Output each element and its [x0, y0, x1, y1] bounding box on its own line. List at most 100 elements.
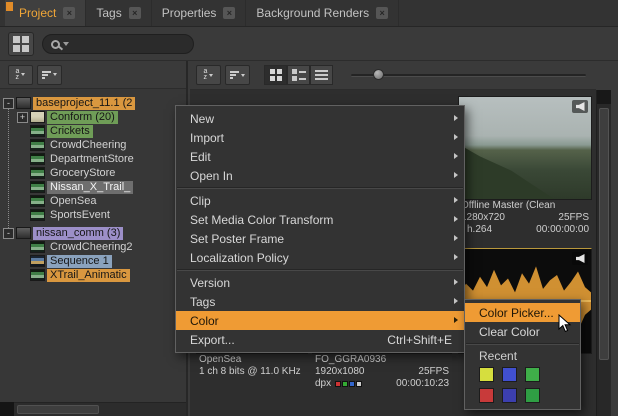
bin-view-toggle-button[interactable] [8, 32, 34, 56]
menu-item-set-poster-frame[interactable]: Set Poster Frame [176, 229, 464, 248]
sort-bars-icon [230, 71, 239, 79]
color-swatch[interactable] [479, 388, 494, 403]
tree-item-label: CrowdCheering [47, 139, 129, 152]
collapse-icon[interactable]: - [3, 228, 14, 239]
top-toolbar [0, 28, 618, 61]
clip-cell-offline-master[interactable]: Offline Master (Clean 1280x720 25FPS h.2… [458, 96, 592, 236]
color-swatch[interactable] [502, 367, 517, 382]
tree-item[interactable]: OpenSea [0, 194, 186, 208]
color-swatch[interactable] [525, 367, 540, 382]
mouse-cursor [558, 314, 572, 334]
tree-item[interactable]: XTrail_Animatic [0, 268, 186, 282]
tree-item[interactable]: + Conform (20) [0, 110, 186, 124]
tree-item[interactable]: - nissan_comm (3) [0, 226, 186, 240]
arrow-down-icon [53, 73, 57, 76]
channel-green-icon [342, 381, 348, 387]
tab-project[interactable]: Project × [5, 0, 86, 26]
tab-properties[interactable]: Properties × [152, 0, 247, 26]
browser-toolbar [190, 61, 596, 90]
search-input[interactable] [72, 38, 185, 50]
thumbnail-zoom-slider[interactable] [351, 65, 586, 85]
color-swatch[interactable] [479, 367, 494, 382]
menu-item-set-media-color-transform[interactable]: Set Media Color Transform [176, 210, 464, 229]
clip-codec-row: h.264 00:00:00:00 [458, 224, 592, 236]
tree-item[interactable]: SportsEvent [0, 208, 186, 222]
sequence-icon [30, 255, 45, 267]
menu-item-edit[interactable]: Edit [176, 147, 464, 166]
close-icon[interactable]: × [129, 7, 141, 19]
tree-item[interactable]: - baseproject_11.1 (2 [0, 96, 186, 110]
grid-view-button[interactable] [264, 65, 287, 85]
menu-item-tags[interactable]: Tags [176, 292, 464, 311]
sort-alphabetical-button[interactable] [8, 65, 33, 85]
clip-format-row: 1280x720 25FPS [458, 212, 592, 224]
list-view-button[interactable] [310, 65, 333, 85]
slider-handle[interactable] [373, 69, 384, 80]
collapse-icon[interactable]: - [3, 98, 14, 109]
color-swatch[interactable] [502, 388, 517, 403]
scrollbar-thumb[interactable] [599, 108, 609, 360]
menu-item-new[interactable]: New [176, 109, 464, 128]
tree-item[interactable]: CrowdCheering [0, 138, 186, 152]
channel-indicators [335, 381, 363, 387]
vertical-scrollbar[interactable] [596, 90, 611, 416]
tab-tags[interactable]: Tags × [86, 0, 151, 26]
recent-colors-label: Recent [465, 347, 580, 364]
menu-item-version[interactable]: Version [176, 273, 464, 292]
clip-icon [30, 167, 45, 179]
tree-item[interactable]: DepartmentStore [0, 152, 186, 166]
clip-icon [30, 241, 45, 253]
clip-resolution: 1920x1080 [315, 366, 365, 378]
scrollbar-thumb[interactable] [17, 405, 99, 414]
clip-icon [30, 269, 45, 281]
grid-icon [22, 45, 29, 52]
sort-alphabetical-button[interactable] [196, 65, 221, 85]
menu-separator [466, 343, 579, 345]
tree-item-label: SportsEvent [47, 209, 113, 222]
expand-icon[interactable]: + [17, 112, 28, 123]
color-swatch[interactable] [525, 388, 540, 403]
submenu-arrow-icon [454, 235, 458, 241]
submenu-arrow-icon [454, 172, 458, 178]
menu-item-open-in[interactable]: Open In [176, 166, 464, 185]
channel-alpha-icon [356, 381, 362, 387]
menu-item-clip[interactable]: Clip [176, 191, 464, 210]
tab-background-renders[interactable]: Background Renders × [246, 0, 399, 26]
tree-item[interactable]: CrowdCheering2 [0, 240, 186, 254]
menu-item-import[interactable]: Import [176, 128, 464, 147]
submenu-arrow-icon [454, 279, 458, 285]
tab-bar: Project × Tags × Properties × Background… [0, 0, 618, 27]
tree-item[interactable]: Crickets [0, 124, 186, 138]
menu-separator [177, 269, 463, 271]
tree-item-label: Conform (20) [47, 111, 118, 124]
sort-order-button[interactable] [225, 65, 250, 85]
tree-item-label: GroceryStore [47, 167, 118, 180]
search-box[interactable] [42, 34, 194, 54]
menu-item-color[interactable]: Color [176, 311, 464, 330]
close-icon[interactable]: × [63, 7, 75, 19]
recent-swatch-row [465, 364, 580, 385]
tab-label: Background Renders [256, 6, 369, 20]
slider-track[interactable] [351, 74, 586, 77]
thumbnail-list-icon [292, 69, 306, 81]
active-tab-marker [6, 2, 13, 11]
scrollbar-top-button[interactable] [597, 90, 611, 104]
channel-blue-icon [349, 381, 355, 387]
clip-icon [30, 125, 45, 137]
tree-item-selected[interactable]: Nissan_X_Trail_ [0, 180, 186, 194]
chevron-down-icon[interactable] [63, 42, 69, 46]
close-icon[interactable]: × [223, 7, 235, 19]
tree-item[interactable]: Sequence 1 [0, 254, 186, 268]
application-window: Project × Tags × Properties × Background… [0, 0, 618, 416]
tree-item[interactable]: GroceryStore [0, 166, 186, 180]
sort-order-button[interactable] [37, 65, 62, 85]
thumbnail-list-view-button[interactable] [287, 65, 310, 85]
submenu-arrow-icon [454, 216, 458, 222]
close-icon[interactable]: × [376, 7, 388, 19]
tree-item-label: Nissan_X_Trail_ [47, 181, 133, 194]
menu-item-export[interactable]: Export... Ctrl+Shift+E [176, 330, 464, 349]
horizontal-scrollbar[interactable] [0, 402, 186, 416]
clip-thumbnail[interactable] [458, 96, 592, 200]
clip-codec: h.264 [467, 224, 492, 236]
menu-item-localization-policy[interactable]: Localization Policy [176, 248, 464, 267]
